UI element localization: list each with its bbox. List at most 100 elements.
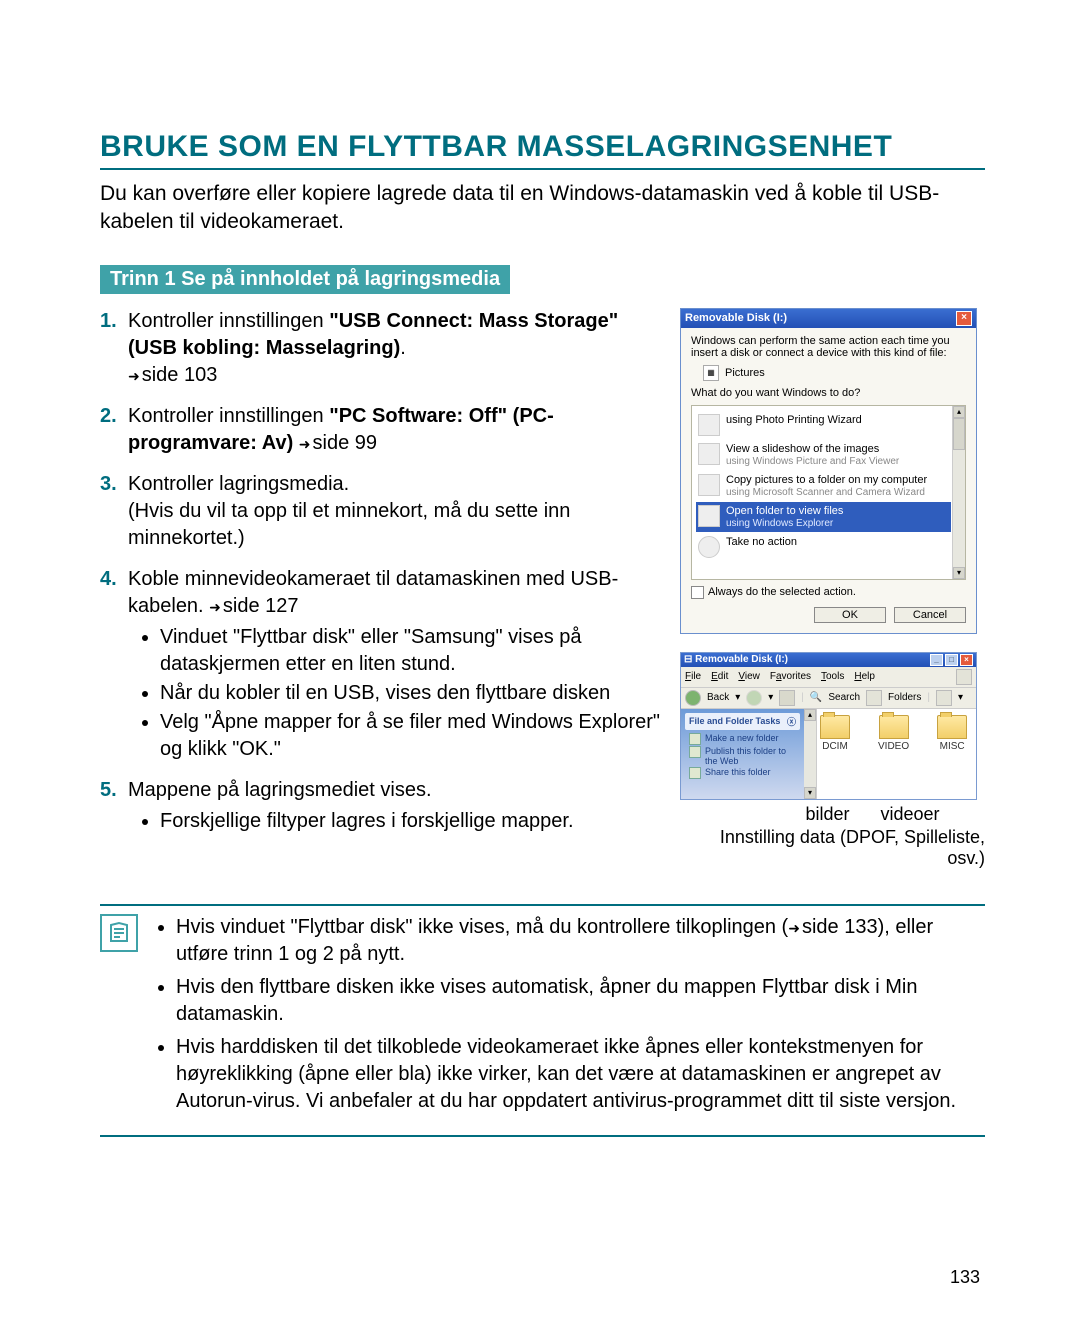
windows-flag-icon (956, 669, 972, 685)
always-checkbox[interactable] (691, 586, 704, 599)
step-3: Kontroller lagringsmedia. (Hvis du vil t… (100, 471, 662, 552)
scroll-thumb[interactable] (953, 418, 965, 450)
camera-icon (698, 474, 720, 496)
new-folder-icon (689, 733, 701, 745)
action-print-wizard[interactable]: using Photo Printing Wizard (696, 411, 951, 439)
folders-label: Folders (888, 692, 921, 703)
step-4-bullet-3: Velg "Åpne mapper for å se filer med Win… (160, 709, 662, 763)
folder-video[interactable]: VIDEO (878, 715, 909, 752)
ref-icon (299, 432, 313, 454)
dialog-question: What do you want Windows to do? (691, 387, 966, 399)
back-icon[interactable] (685, 690, 701, 706)
folder-dcim[interactable]: DCIM (820, 715, 850, 752)
folder-icon (820, 715, 850, 739)
always-label: Always do the selected action. (708, 586, 856, 598)
menu-view[interactable]: View (738, 671, 760, 682)
task-new-folder[interactable]: Make a new folder (689, 733, 800, 745)
note-divider-top (100, 904, 985, 906)
step-4-bullet-1: Vinduet "Flyttbar disk" eller "Samsung" … (160, 624, 662, 678)
action-list[interactable]: using Photo Printing Wizard View a slide… (691, 405, 966, 580)
note-2: Hvis den flyttbare disken ikke vises aut… (176, 974, 985, 1028)
task-publish[interactable]: Publish this folder to the Web (689, 746, 800, 766)
minimize-icon[interactable]: _ (930, 654, 943, 666)
action-copy[interactable]: Copy pictures to a folder on my computer… (696, 471, 951, 501)
step-3-text: Kontroller lagringsmedia. (128, 473, 349, 495)
explorer-toolbar[interactable]: Back ▾ ▾ | 🔍Search Folders | ▾ (681, 688, 976, 709)
dialog-title: Removable Disk (I:) (685, 312, 787, 324)
page-number: 133 (950, 1267, 980, 1288)
step-4-bullet-2: Når du kobler til en USB, vises den flyt… (160, 680, 662, 707)
tasks-header[interactable]: File and Folder Tasksⓧ (685, 713, 800, 730)
explorer-titlebar[interactable]: ⊟ Removable Disk (I:) _ □ × (681, 653, 976, 667)
search-label: Search (828, 692, 860, 703)
page-title: BRUKE SOM EN FLYTTBAR MASSELAGRINGSENHET (100, 130, 985, 164)
collapse-icon[interactable]: ⓧ (787, 715, 796, 728)
share-icon (689, 767, 701, 779)
menu-favorites[interactable]: Favorites (770, 671, 811, 682)
dialog-titlebar[interactable]: Removable Disk (I:) × (681, 309, 976, 328)
search-icon[interactable]: 🔍 (810, 692, 822, 703)
note-3: Hvis harddisken til det tilkoblede video… (176, 1034, 985, 1115)
menu-help[interactable]: Help (854, 671, 875, 682)
step-5: Mappene på lagringsmediet vises. Forskje… (100, 777, 662, 835)
scroll-down-icon[interactable]: ▾ (804, 787, 816, 799)
folders-icon[interactable] (866, 690, 882, 706)
step-4-text: Koble minnevideokameraet til datamaskine… (128, 568, 618, 617)
ref-icon (128, 364, 142, 386)
menu-tools[interactable]: Tools (821, 671, 844, 682)
action-slideshow[interactable]: View a slideshow of the imagesusing Wind… (696, 440, 951, 470)
scroll-up-icon[interactable]: ▴ (953, 406, 965, 418)
step-1-ref: side 103 (142, 364, 218, 386)
close-icon[interactable]: × (956, 311, 972, 326)
forward-icon[interactable] (746, 690, 762, 706)
pictures-label: Pictures (725, 367, 765, 379)
sub-note: Innstilling data (DPOF, Spilleliste, osv… (680, 827, 985, 869)
step-3-sub: (Hvis du vil ta opp til et minnekort, må… (128, 500, 570, 549)
action-open-folder[interactable]: Open folder to view filesusing Windows E… (696, 502, 951, 532)
explorer-window: ⊟ Removable Disk (I:) _ □ × File Edit Vi… (680, 652, 977, 800)
task-share[interactable]: Share this folder (689, 767, 800, 779)
maximize-icon[interactable]: □ (945, 654, 958, 666)
close-icon[interactable]: × (960, 654, 973, 666)
explorer-sidebar: File and Folder Tasksⓧ Make a new folder… (681, 709, 804, 799)
up-icon[interactable] (779, 690, 795, 706)
menu-file[interactable]: File (685, 671, 701, 682)
note-1: Hvis vinduet "Flyttbar disk" ikke vises,… (176, 914, 985, 968)
views-icon[interactable] (936, 690, 952, 706)
explorer-scrollbar[interactable]: ▴ ▾ (804, 709, 817, 799)
label-videoer: videoer (880, 804, 939, 825)
step-5-bullet-1: Forskjellige filtyper lagres i forskjell… (160, 808, 662, 835)
title-underline (100, 168, 985, 170)
step-2: Kontroller innstillingen "PC Software: O… (100, 403, 662, 457)
printer-icon (698, 414, 720, 436)
scrollbar[interactable]: ▴ ▾ (952, 406, 965, 579)
folder-icon (879, 715, 909, 739)
folder-icon (698, 505, 720, 527)
folder-icon (937, 715, 967, 739)
step-header: Trinn 1 Se på innholdet på lagringsmedia (100, 265, 510, 294)
menu-edit[interactable]: Edit (711, 671, 728, 682)
picture-icon: ▦ (703, 365, 719, 381)
cancel-button[interactable]: Cancel (894, 607, 966, 623)
scroll-up-icon[interactable]: ▴ (804, 709, 816, 721)
step-1: Kontroller innstillingen "USB Connect: M… (100, 308, 662, 389)
scroll-down-icon[interactable]: ▾ (953, 567, 965, 579)
step-1-text: Kontroller innstillingen (128, 310, 329, 332)
no-action-icon (698, 536, 720, 558)
explorer-main[interactable]: ▴ ▾ DCIM VIDEO MISC (804, 709, 976, 799)
dialog-desc: Windows can perform the same action each… (691, 335, 966, 359)
note-divider-bottom (100, 1135, 985, 1137)
slideshow-icon (698, 443, 720, 465)
folder-misc[interactable]: MISC (937, 715, 967, 752)
explorer-menubar[interactable]: File Edit View Favorites Tools Help (681, 667, 976, 688)
publish-icon (689, 746, 701, 758)
step-5-text: Mappene på lagringsmediet vises. (128, 779, 432, 801)
action-no-action[interactable]: Take no action (696, 533, 951, 561)
ok-button[interactable]: OK (814, 607, 886, 623)
drive-icon: ⊟ (684, 654, 692, 665)
label-bilder: bilder (805, 804, 849, 825)
step-2-text: Kontroller innstillingen (128, 405, 329, 427)
step-4-ref: side 127 (223, 595, 299, 617)
notes-list: Hvis vinduet "Flyttbar disk" ikke vises,… (176, 914, 985, 1121)
explorer-title: Removable Disk (I:) (695, 654, 788, 665)
